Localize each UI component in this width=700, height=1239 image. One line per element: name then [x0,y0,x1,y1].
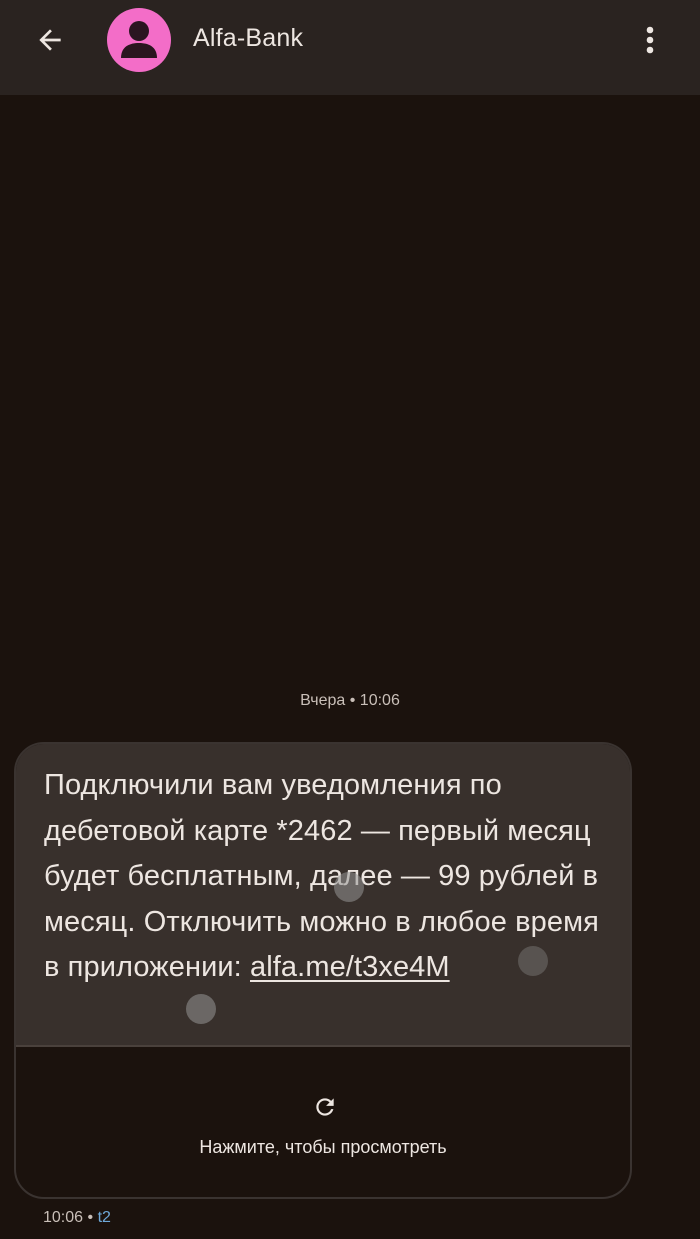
touch-indicator [186,994,216,1024]
more-options-button[interactable] [630,18,670,62]
contact-name[interactable]: Alfa-Bank [193,24,303,53]
touch-indicator [518,946,548,976]
person-icon [121,21,157,58]
message-meta: 10:06 • t2 [43,1209,111,1227]
refresh-icon [316,1098,334,1116]
preview-label: Нажмите, чтобы просмотреть [199,1137,447,1157]
meta-separator: • [87,1209,94,1226]
arrow-back-icon [39,29,61,51]
back-button[interactable] [28,20,72,60]
message-time: 10:06 [43,1209,84,1226]
app-bar: Alfa-Bank [0,0,700,95]
date-separator: Вчера • 10:06 [300,692,400,709]
touch-indicator [334,872,364,902]
more-vert-icon [646,26,654,54]
contact-avatar[interactable] [107,8,171,72]
message-link[interactable]: alfa.me/t3xe4M [250,951,450,983]
message-body: Подключили вам уведомления по дебетовой … [16,744,630,1045]
sim-label: t2 [97,1209,111,1226]
link-preview-button[interactable]: Нажмите, чтобы просмотреть [16,1045,630,1197]
